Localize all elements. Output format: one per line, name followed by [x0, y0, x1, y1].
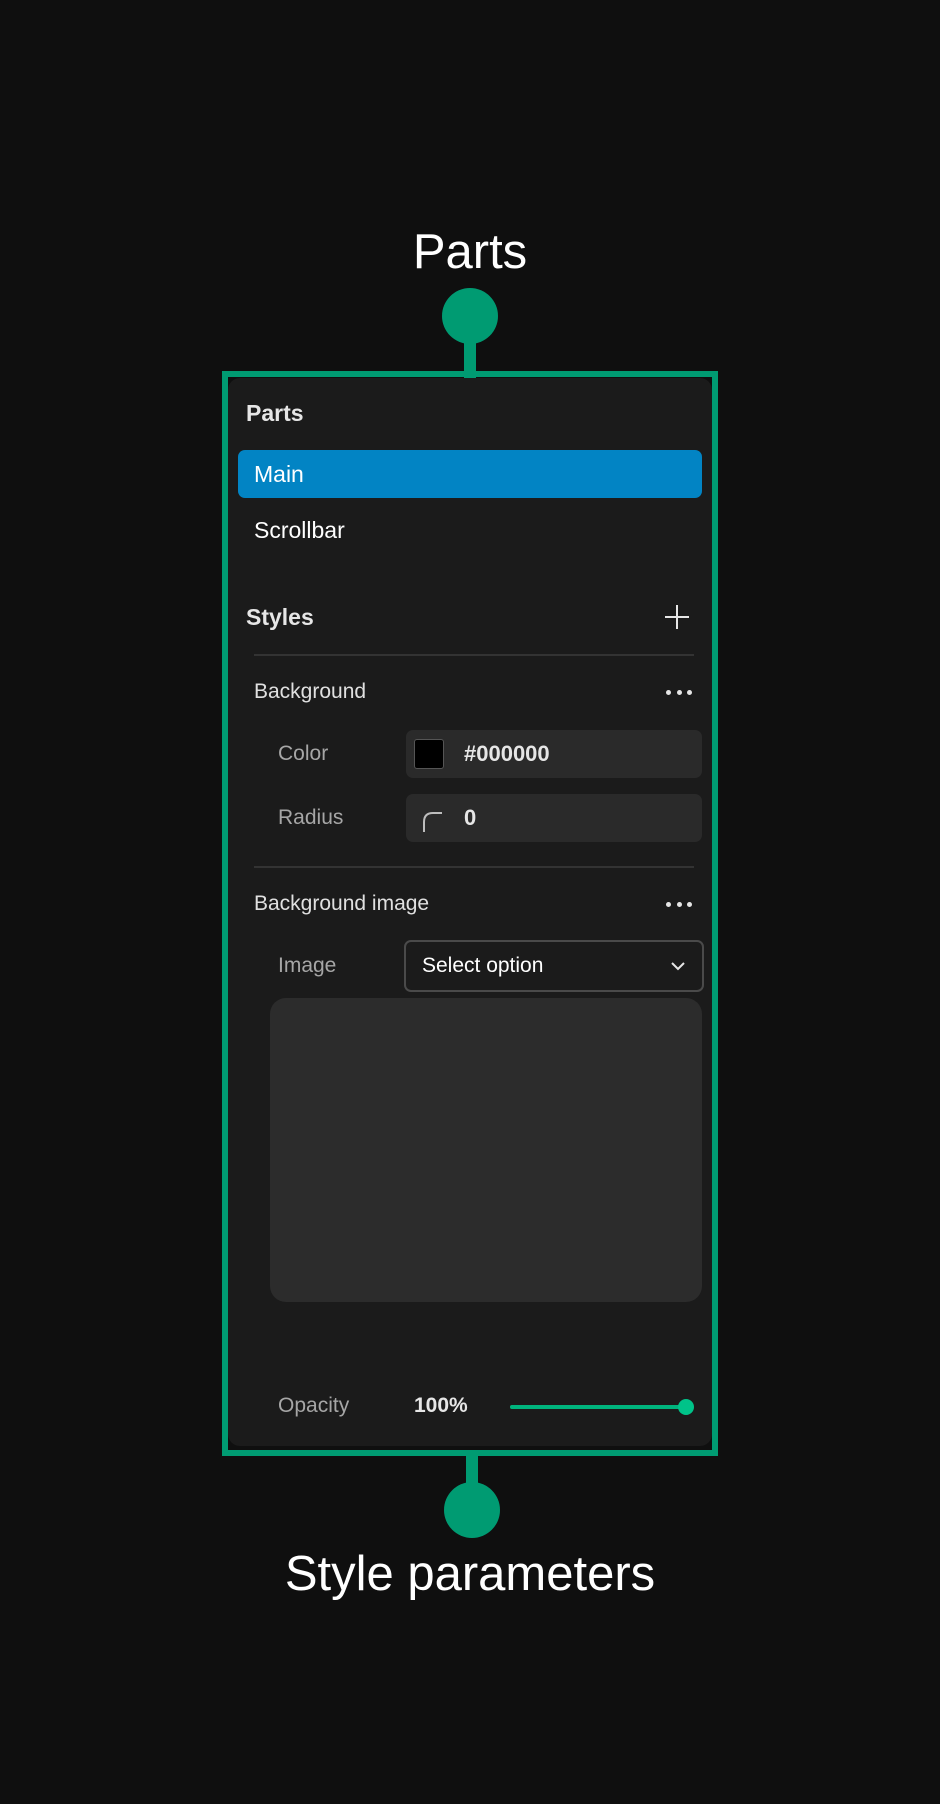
radius-label: Radius — [278, 806, 344, 829]
styles-section-title: Styles — [246, 604, 314, 630]
more-icon[interactable] — [666, 899, 692, 909]
stage: Parts Parts Main Scrollbar Styles Backgr… — [0, 0, 940, 1804]
opacity-slider-thumb[interactable] — [678, 1399, 694, 1415]
part-item-scrollbar[interactable]: Scrollbar — [238, 506, 702, 554]
part-item-main[interactable]: Main — [238, 450, 702, 498]
opacity-slider-track[interactable] — [510, 1405, 686, 1409]
part-item-label: Scrollbar — [254, 516, 345, 543]
parts-section-title: Parts — [246, 400, 304, 426]
background-group-title: Background — [254, 680, 367, 703]
radius-value: 0 — [464, 805, 477, 830]
radius-field[interactable]: 0 — [406, 794, 702, 842]
image-label: Image — [278, 954, 337, 977]
opacity-value: 100% — [414, 1394, 468, 1417]
divider — [254, 866, 694, 868]
more-icon[interactable] — [666, 687, 692, 697]
background-image-group-title: Background image — [254, 892, 430, 915]
inspector-panel: Parts Main Scrollbar Styles Background C… — [228, 378, 712, 1446]
chevron-down-icon — [671, 962, 685, 971]
part-item-label: Main — [254, 460, 304, 487]
callout-style-params-dot — [444, 1482, 500, 1538]
color-label: Color — [278, 742, 329, 765]
image-select-value: Select option — [422, 954, 544, 977]
opacity-slider-fill — [510, 1405, 686, 1409]
image-preview — [270, 998, 702, 1302]
callout-style-params-title: Style parameters — [284, 1547, 656, 1601]
color-field[interactable]: #000000 — [406, 730, 702, 778]
color-value: #000000 — [464, 741, 550, 766]
plus-icon[interactable] — [664, 604, 690, 630]
callout-parts-title: Parts — [412, 225, 528, 279]
divider — [254, 654, 694, 656]
opacity-label: Opacity — [278, 1394, 350, 1417]
corner-radius-icon — [423, 812, 442, 832]
color-swatch[interactable] — [414, 739, 444, 769]
image-select[interactable]: Select option — [404, 940, 704, 992]
